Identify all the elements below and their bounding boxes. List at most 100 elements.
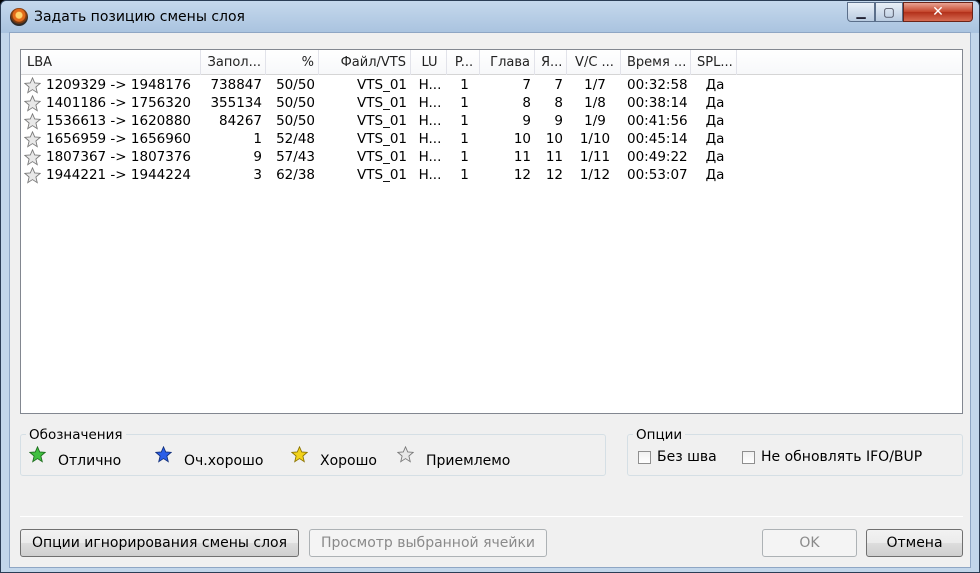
table-row[interactable]: 1209329 -> 1948176 738847 50/50 VTS_01 H... 1…: [21, 76, 962, 94]
cell-file: VTS_01: [357, 113, 407, 129]
cell-lba: 1944221 -> 1944224: [21, 166, 201, 184]
cell-vc: 1/7: [584, 77, 606, 93]
column-header-chapter[interactable]: Глава: [480, 50, 535, 75]
cell-p: 1: [460, 77, 469, 93]
close-icon: ✕: [932, 4, 944, 20]
cell-lba: 1401186 -> 1756320: [21, 94, 201, 112]
table-row[interactable]: 1807367 -> 1807376 9 57/43 VTS_01 H... 1 11 11 1…: [21, 148, 962, 166]
cell-fill: 1: [253, 131, 262, 147]
legend-title: Обозначения: [26, 427, 126, 443]
legend-label-acceptable: Приемлемо: [426, 452, 511, 469]
column-header-fill[interactable]: Запол...: [201, 50, 266, 75]
no-update-ifo-checkbox-box[interactable]: [742, 450, 755, 464]
title-bar[interactable]: Задать позицию смены слоя ▁ ▢ ✕: [1, 1, 979, 33]
cell-time: 00:32:58: [627, 77, 688, 93]
legend-label-excellent: Отлично: [58, 452, 122, 469]
view-selected-cell-button[interactable]: Просмотр выбранной ячейки: [309, 529, 547, 557]
cell-spl: Да: [705, 167, 725, 183]
seamless-checkbox-label: Без шва: [657, 449, 717, 465]
cell-chapter: 11: [513, 149, 531, 165]
cell-fill: 84267: [219, 113, 262, 129]
column-header-spl[interactable]: SPL...: [691, 50, 737, 75]
cell-p: 1: [460, 113, 469, 129]
cell-fill: 9: [253, 149, 262, 165]
gray-star-icon: [397, 446, 414, 463]
cell-p: 1: [460, 167, 469, 183]
gray-star-icon: [24, 166, 41, 184]
cell-pct: 50/50: [276, 113, 315, 129]
cell-fill: 355134: [210, 95, 262, 111]
column-header-lba[interactable]: LBA: [21, 50, 201, 75]
legend-label-good: Хорошо: [320, 452, 377, 469]
seamless-checkbox[interactable]: Без шва: [638, 449, 717, 465]
dialog-window: Задать позицию смены слоя ▁ ▢ ✕ LBA Запо…: [0, 0, 980, 573]
legend-item-good: Хорошо: [291, 446, 377, 469]
blue-star-icon: [155, 446, 172, 463]
seamless-checkbox-box[interactable]: [638, 450, 651, 464]
cell-chapter: 8: [522, 95, 531, 111]
cell-p: 1: [460, 149, 469, 165]
options-group: Опции Без шва Не обновлять IFO/BUP: [627, 427, 963, 476]
cell-chapter: 9: [522, 113, 531, 129]
cell-lu: H...: [418, 131, 442, 147]
close-button[interactable]: ✕: [903, 2, 973, 22]
cell-vc: 1/11: [579, 149, 611, 165]
app-icon: [10, 8, 28, 26]
cell-chapter: 12: [513, 167, 531, 183]
column-header-percent[interactable]: %: [266, 50, 319, 75]
column-header-vc[interactable]: V/C ...: [567, 50, 621, 75]
column-header-time[interactable]: Время ...: [621, 50, 691, 75]
table-row[interactable]: 1656959 -> 1656960 1 52/48 VTS_01 H... 1 10 10 1…: [21, 130, 962, 148]
cell-vc: 1/10: [579, 131, 611, 147]
gray-star-icon: [24, 148, 41, 166]
cell-time: 00:45:14: [627, 131, 688, 147]
cell-file: VTS_01: [357, 77, 407, 93]
cell-pct: 62/38: [276, 167, 315, 183]
cell-lba: 1656959 -> 1656960: [21, 130, 201, 148]
maximize-button[interactable]: ▢: [875, 2, 903, 22]
legend-item-excellent: Отлично: [29, 446, 121, 469]
cell-lu: H...: [418, 95, 442, 111]
cell-vc: 1/12: [579, 167, 611, 183]
ok-button[interactable]: OK: [762, 529, 857, 557]
cell-cell: 10: [545, 131, 563, 147]
cell-lba: 1807367 -> 1807376: [21, 148, 201, 166]
cell-lu: H...: [418, 149, 442, 165]
cell-file: VTS_01: [357, 149, 407, 165]
gray-star-icon: [24, 112, 41, 130]
lba-range: 1656959 -> 1656960: [46, 131, 192, 147]
column-header-cell[interactable]: Я...: [535, 50, 567, 75]
cell-cell: 8: [554, 95, 563, 111]
cell-p: 1: [460, 95, 469, 111]
cell-cell: 7: [554, 77, 563, 93]
lba-range: 1944221 -> 1944224: [46, 167, 192, 183]
cell-file: VTS_01: [357, 95, 407, 111]
gray-star-icon: [24, 76, 41, 94]
ignore-options-button[interactable]: Опции игнорирования смены слоя: [20, 529, 299, 557]
cell-spl: Да: [705, 77, 725, 93]
cell-fill: 738847: [210, 77, 262, 93]
gray-star-icon: [24, 94, 41, 112]
cell-p: 1: [460, 131, 469, 147]
cancel-button[interactable]: Отмена: [866, 529, 963, 557]
column-header-lu[interactable]: LU: [411, 50, 447, 75]
cell-cell: 9: [554, 113, 563, 129]
footer-separator: [20, 516, 963, 517]
cell-chapter: 7: [522, 77, 531, 93]
table-row[interactable]: 1401186 -> 1756320 355134 50/50 VTS_01 H... 1…: [21, 94, 962, 112]
legend-item-very-good: Оч.хорошо: [155, 446, 263, 469]
legend-group: Обозначения Отлично Оч.хорошо Хорошо При…: [20, 427, 606, 476]
cell-pct: 50/50: [276, 77, 315, 93]
table-row[interactable]: 1944221 -> 1944224 3 62/38 VTS_01 H... 1 12 12 1…: [21, 166, 962, 184]
minimize-button[interactable]: ▁: [847, 2, 875, 22]
table-row[interactable]: 1536613 -> 1620880 84267 50/50 VTS_01 H... 1 9…: [21, 112, 962, 130]
options-title: Опции: [633, 427, 686, 443]
list-rows: 1209329 -> 1948176 738847 50/50 VTS_01 H... 1…: [21, 76, 962, 184]
column-header-p[interactable]: P...: [447, 50, 480, 75]
no-update-ifo-checkbox[interactable]: Не обновлять IFO/BUP: [742, 449, 922, 465]
layer-break-list[interactable]: LBA Запол... % Файл/VTS LU P... Глава Я.…: [20, 49, 963, 414]
cell-chapter: 10: [513, 131, 531, 147]
cell-fill: 3: [253, 167, 262, 183]
column-header-file[interactable]: Файл/VTS: [319, 50, 411, 75]
cell-time: 00:41:56: [627, 113, 688, 129]
